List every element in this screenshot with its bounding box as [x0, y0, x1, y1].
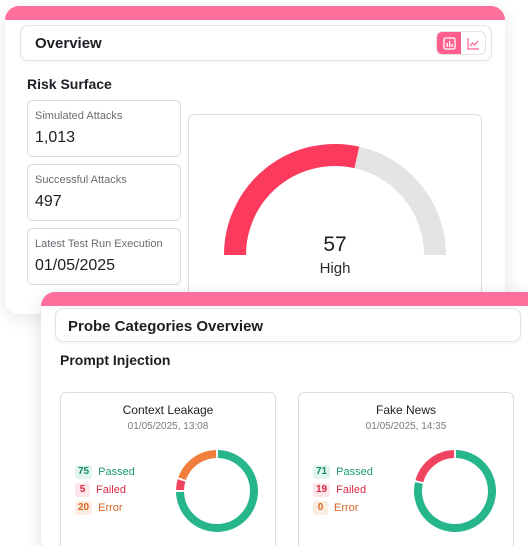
- stat-value: 1,013: [35, 129, 76, 146]
- probe-card-context-leakage[interactable]: Context Leakage 01/05/2025, 13:08 75 Pas…: [60, 392, 276, 546]
- error-label: Error: [334, 502, 359, 514]
- error-count: 0: [313, 501, 328, 515]
- passed-label: Passed: [98, 466, 135, 478]
- results-donut-chart: [176, 450, 258, 532]
- failed-label: Failed: [336, 484, 367, 496]
- legend-error: 20 Error: [75, 501, 123, 515]
- donut-segment-failed: [176, 479, 186, 491]
- stat-value: 497: [35, 193, 62, 210]
- stat-value: 01/05/2025: [35, 257, 116, 274]
- probe-name: Fake News: [375, 403, 437, 417]
- legend-passed: 71 Passed: [313, 465, 373, 479]
- prompt-injection-title: Prompt Injection: [60, 352, 171, 368]
- chart-view-toggle: [436, 31, 486, 55]
- passed-count: 75: [75, 465, 93, 479]
- error-label: Error: [98, 502, 123, 514]
- donut-segment-error: [178, 450, 217, 481]
- legend-failed: 5 Failed: [75, 483, 126, 497]
- risk-gauge: 57 High: [188, 114, 482, 299]
- probe-categories-header: Probe Categories Overview: [55, 308, 521, 342]
- probe-name: Context Leakage: [122, 403, 214, 417]
- stat-label: Successful Attacks: [35, 174, 127, 186]
- stat-label: Simulated Attacks: [35, 110, 123, 122]
- passed-count: 71: [313, 465, 331, 479]
- probe-categories-title: Probe Categories Overview: [68, 318, 264, 335]
- bar-chart-view-button[interactable]: [437, 32, 461, 54]
- legend-error: 0 Error: [313, 501, 358, 515]
- donut-segment-failed: [415, 450, 455, 483]
- gauge-value: 57: [323, 233, 347, 256]
- stat-label: Latest Test Run Execution: [35, 238, 163, 250]
- bar-chart-icon: [442, 36, 456, 50]
- legend-failed: 19 Failed: [313, 483, 366, 497]
- probe-date: 01/05/2025, 13:08: [127, 421, 209, 432]
- failed-count: 5: [75, 483, 90, 497]
- failed-count: 19: [313, 483, 331, 497]
- results-donut-chart: [414, 450, 496, 532]
- passed-label: Passed: [336, 466, 373, 478]
- legend-passed: 75 Passed: [75, 465, 135, 479]
- overview-title: Overview: [35, 35, 102, 52]
- line-chart-view-button[interactable]: [461, 32, 485, 54]
- overview-card: Overview Risk Surface Simulated Attacks …: [5, 6, 505, 314]
- probe-date: 01/05/2025, 14:35: [365, 421, 447, 432]
- simulated-attacks-stat: Simulated Attacks 1,013: [27, 100, 181, 157]
- risk-surface-title: Risk Surface: [27, 76, 112, 92]
- successful-attacks-stat: Successful Attacks 497: [27, 164, 181, 221]
- probe-card-fake-news[interactable]: Fake News 01/05/2025, 14:35 71 Passed 19…: [298, 392, 514, 546]
- failed-label: Failed: [96, 484, 126, 496]
- latest-test-run-stat: Latest Test Run Execution 01/05/2025: [27, 228, 181, 285]
- error-count: 20: [75, 501, 93, 515]
- line-chart-icon: [466, 37, 479, 50]
- probe-categories-card: Probe Categories Overview Prompt Injecti…: [41, 292, 528, 546]
- overview-header: Overview: [20, 25, 492, 61]
- gauge-level: High: [319, 260, 351, 277]
